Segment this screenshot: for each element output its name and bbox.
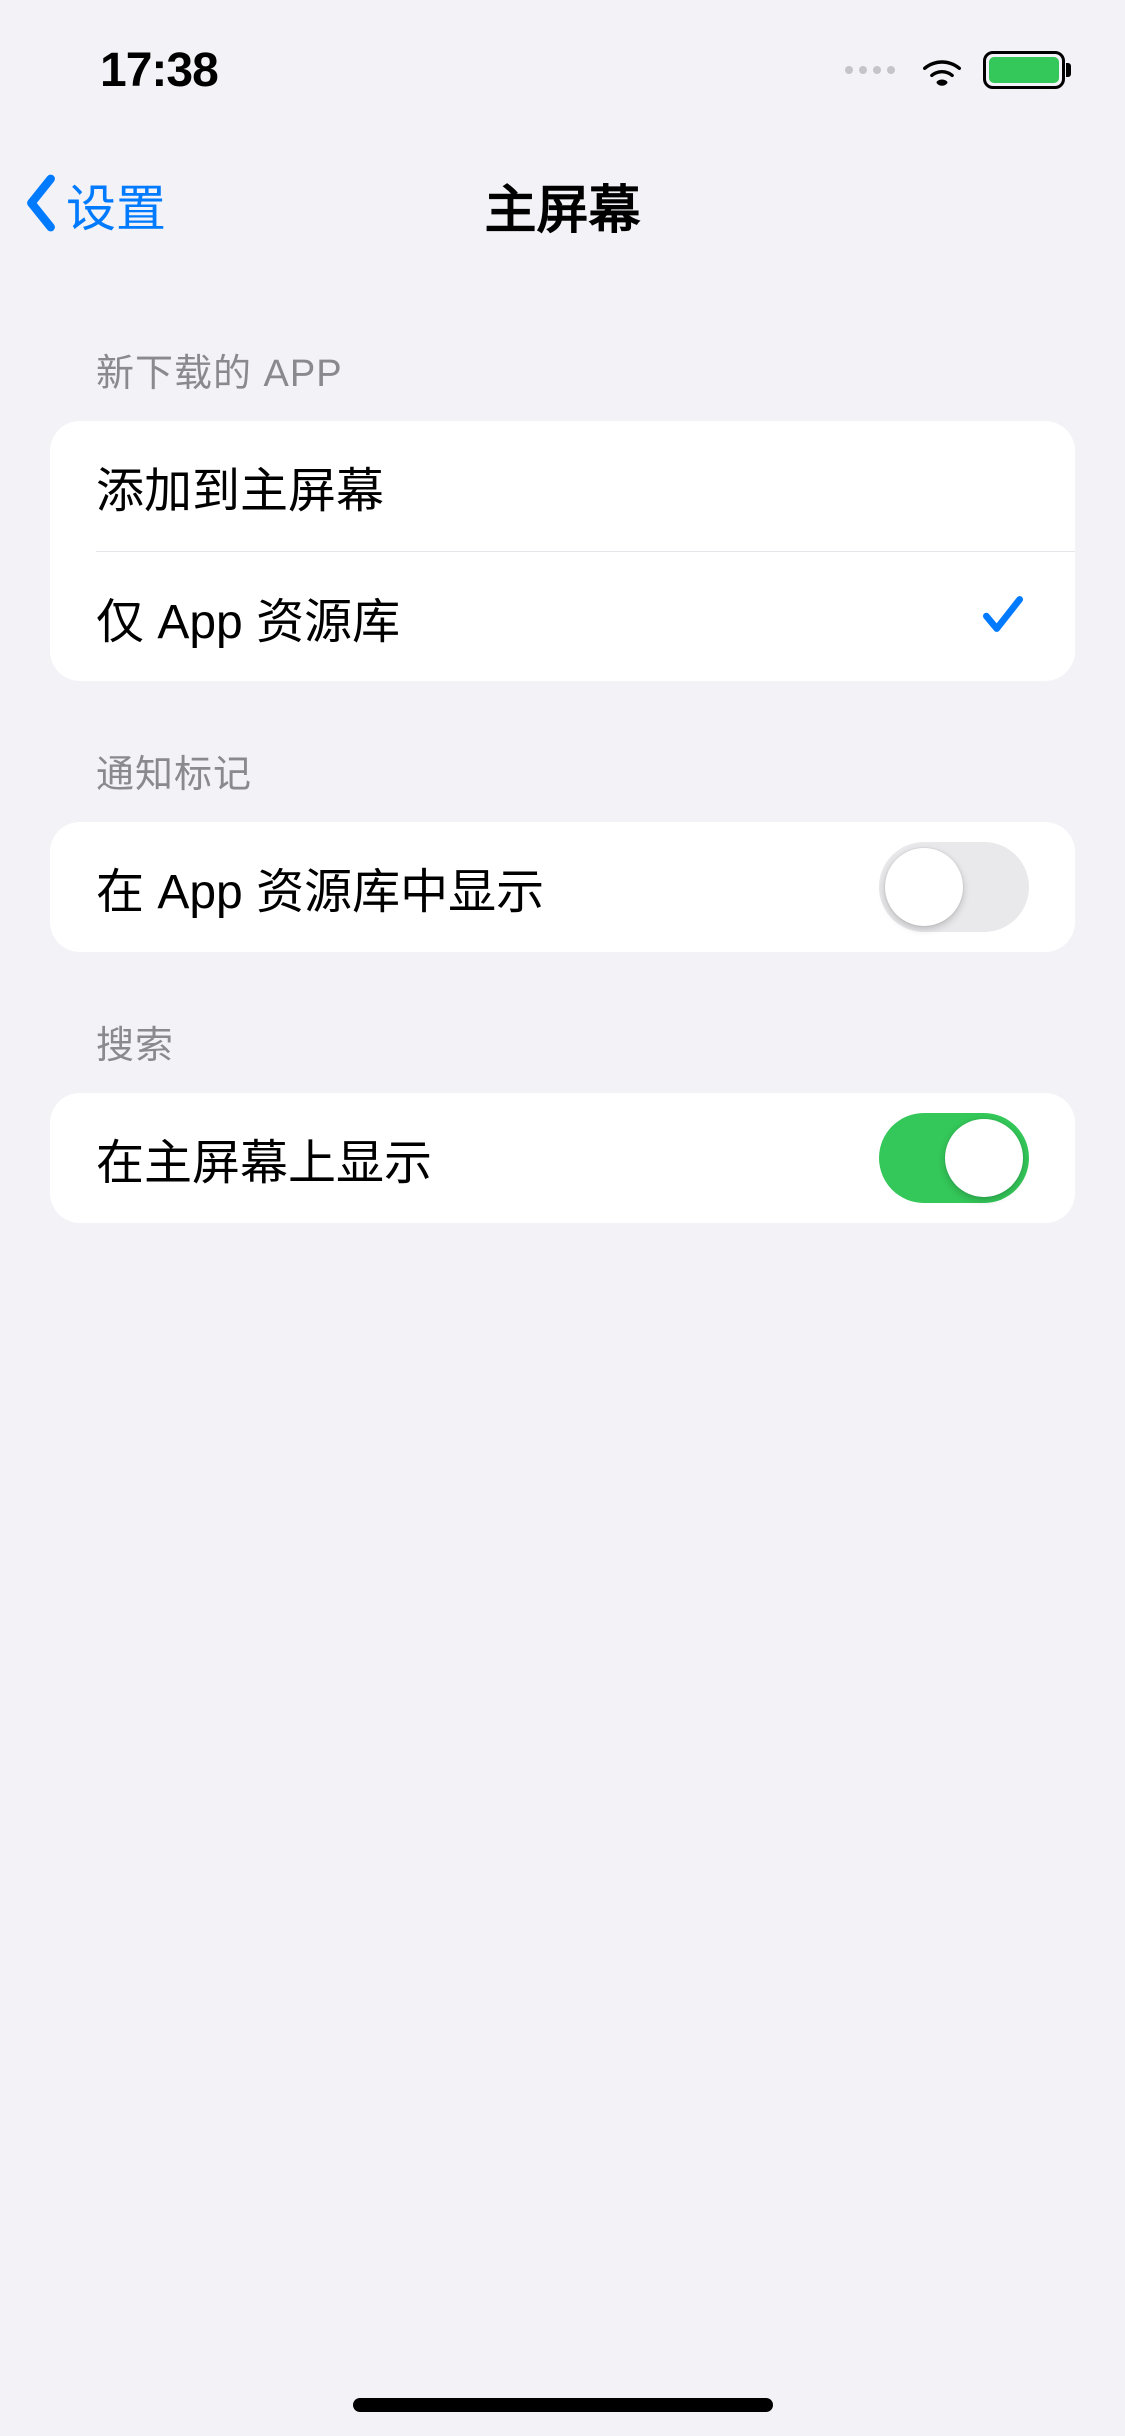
status-indicators [845, 49, 1065, 92]
section-header-search: 搜索 [50, 952, 1075, 1093]
option-app-library-only[interactable]: 仅 App 资源库 [96, 551, 1075, 681]
back-button[interactable]: 设置 [22, 169, 166, 241]
section-header-badges: 通知标记 [50, 681, 1075, 822]
group-badges: 在 App 资源库中显示 [50, 822, 1075, 952]
option-label: 仅 App 资源库 [96, 582, 400, 652]
option-add-to-home[interactable]: 添加到主屏幕 [50, 421, 1075, 551]
toggle-label: 在主屏幕上显示 [96, 1123, 432, 1193]
battery-icon [983, 51, 1065, 89]
nav-bar: 设置 主屏幕 [0, 140, 1125, 270]
status-bar: 17:38 [0, 0, 1125, 140]
cellular-dots-icon [845, 66, 895, 74]
section-header-new-apps: 新下载的 APP [50, 280, 1075, 421]
chevron-left-icon [22, 174, 60, 237]
home-indicator [353, 2398, 773, 2412]
toggle-show-on-home[interactable] [879, 1113, 1029, 1203]
checkmark-icon [977, 589, 1029, 644]
toggle-label: 在 App 资源库中显示 [96, 852, 544, 922]
group-new-apps: 添加到主屏幕 仅 App 资源库 [50, 421, 1075, 681]
group-search: 在主屏幕上显示 [50, 1093, 1075, 1223]
toggle-show-in-app-library[interactable] [879, 842, 1029, 932]
back-label: 设置 [66, 169, 166, 241]
page-title: 主屏幕 [0, 168, 1125, 243]
row-show-in-app-library: 在 App 资源库中显示 [50, 822, 1075, 952]
row-show-on-home: 在主屏幕上显示 [50, 1093, 1075, 1223]
wifi-icon [917, 49, 967, 92]
option-label: 添加到主屏幕 [96, 451, 384, 521]
content: 新下载的 APP 添加到主屏幕 仅 App 资源库 通知标记 在 App 资源库… [0, 270, 1125, 1223]
status-time: 17:38 [100, 43, 218, 98]
